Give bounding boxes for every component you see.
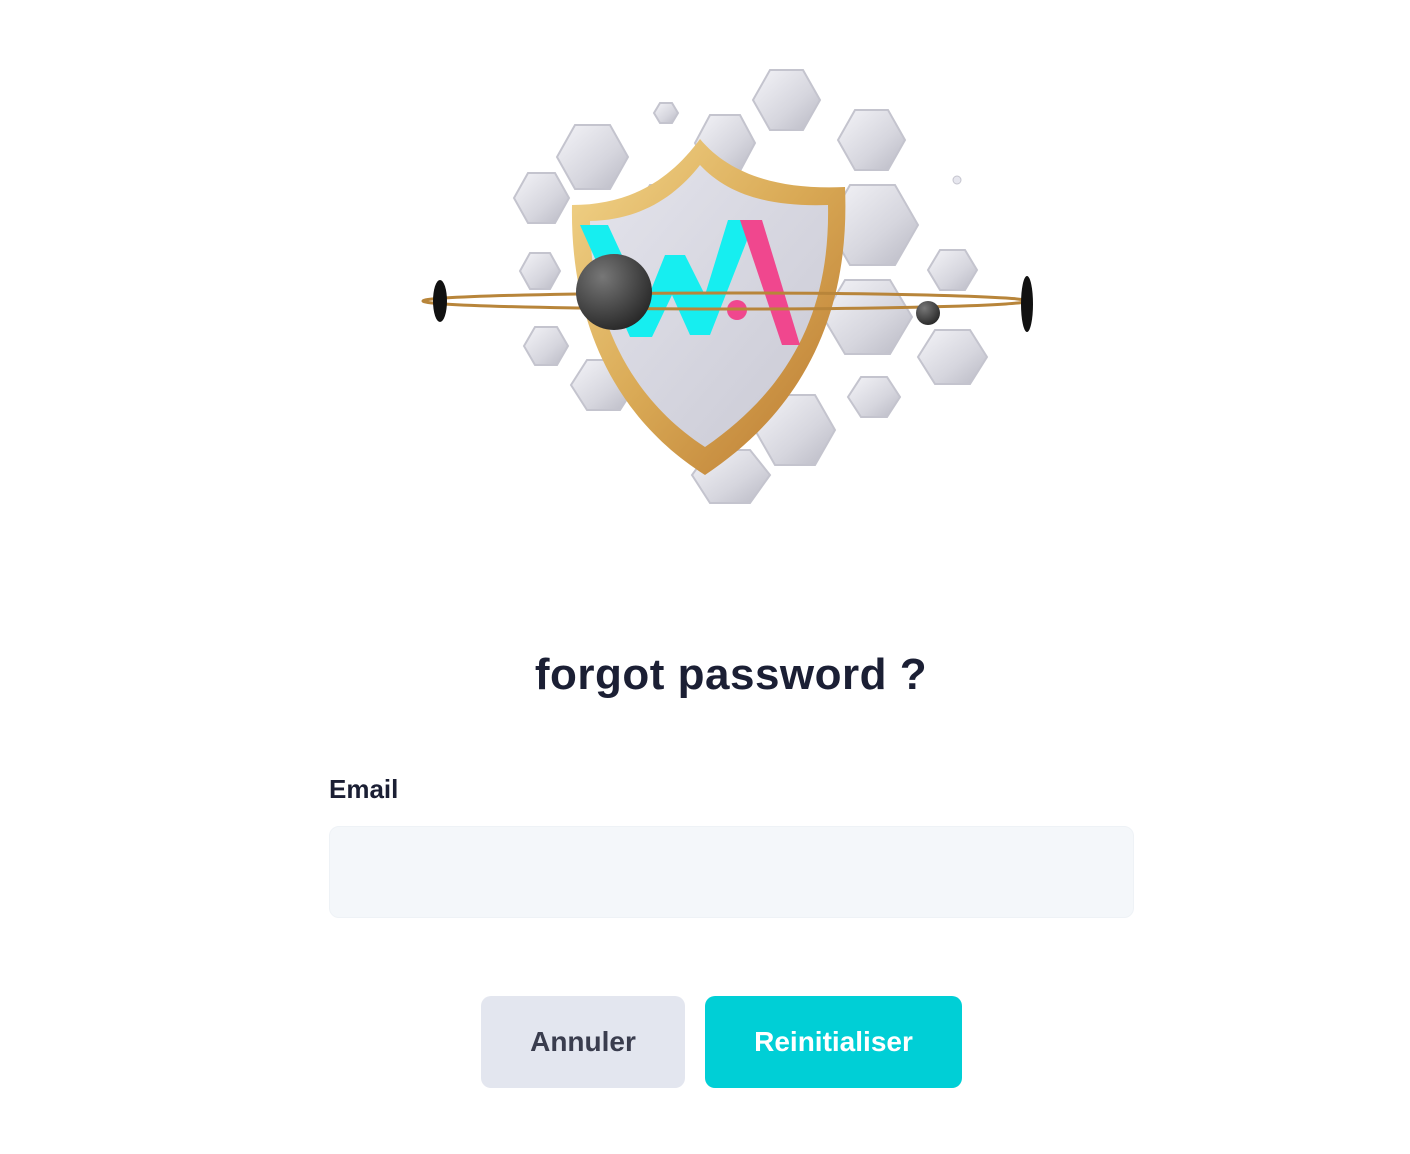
forgot-password-page: forgot password ? Email Annuler Reinitia… xyxy=(0,0,1410,1154)
page-title: forgot password ? xyxy=(534,650,928,699)
cancel-button[interactable]: Annuler xyxy=(481,996,685,1088)
email-field[interactable] xyxy=(329,826,1134,918)
shield-illustration-icon xyxy=(421,69,1033,504)
reset-button[interactable]: Reinitialiser xyxy=(705,996,962,1088)
email-label: Email xyxy=(329,774,399,804)
